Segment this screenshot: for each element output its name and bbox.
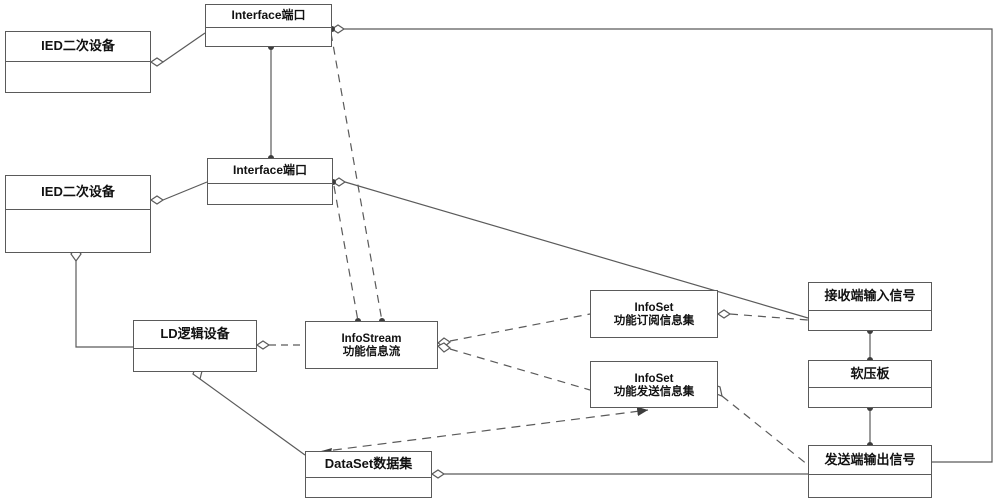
uml-class-infoset_snd[interactable]: InfoSet 功能发送信息集 (590, 361, 718, 408)
uml-class-iface2-title: Interface端口 (208, 159, 332, 184)
edge-interface1-interface2 (268, 44, 274, 161)
uml-class-ied2[interactable]: IED二次设备 (5, 175, 151, 253)
uml-class-ied2-attributes (6, 210, 150, 252)
uml-class-dataset[interactable]: DataSet数据集 (305, 451, 432, 498)
uml-class-ied1-attributes (6, 62, 150, 92)
uml-class-infoset_sub[interactable]: InfoSet 功能订阅信息集 (590, 290, 718, 338)
edge-rx-signal-soft-plate (867, 328, 873, 363)
uml-class-ld-attributes (134, 349, 256, 371)
uml-class-infoset_snd-title: InfoSet 功能发送信息集 (613, 372, 695, 398)
edge-dataset-infoset-snd (317, 406, 649, 457)
edge-infoset-snd-tx-signal (711, 383, 809, 466)
edge-ld-infostream (255, 340, 305, 350)
uml-class-ied1-title: IED二次设备 (6, 32, 150, 62)
uml-class-soft_plate-attributes (809, 388, 931, 407)
uml-class-infostream[interactable]: InfoStream 功能信息流 (305, 321, 438, 369)
uml-class-dataset-title: DataSet数据集 (306, 452, 431, 478)
uml-class-ied1[interactable]: IED二次设备 (5, 31, 151, 93)
uml-diagram-canvas: IED二次设备 Interface端口 IED二次设备 Interface端口 LD逻辑… (0, 0, 1000, 504)
uml-class-rx_signal[interactable]: 接收端输入信号 (808, 282, 932, 331)
edge-dataset-tx-signal (430, 469, 808, 479)
edge-ied2-ld (70, 245, 133, 348)
edge-infoset-sub-rx-signal (716, 309, 809, 321)
edge-interface2-rx-signal (330, 177, 809, 319)
edge-ied2-interface2 (149, 181, 208, 205)
uml-class-ied2-title: IED二次设备 (6, 176, 150, 210)
edge-infostream-infoset-snd (436, 342, 591, 391)
uml-class-iface1[interactable]: Interface端口 (205, 4, 332, 47)
edge-ld-dataset (192, 364, 306, 456)
edge-infostream-infoset-sub (436, 313, 591, 348)
uml-class-infoset_sub-title: InfoSet 功能订阅信息集 (613, 302, 695, 327)
uml-class-tx_signal[interactable]: 发送端输出信号 (808, 445, 932, 498)
uml-class-infostream-title: InfoStream 功能信息流 (341, 333, 402, 358)
uml-class-tx_signal-title: 发送端输出信号 (809, 446, 931, 475)
uml-class-iface1-title: Interface端口 (206, 5, 331, 28)
uml-class-dataset-attributes (306, 478, 431, 497)
edge-soft-plate-tx-signal (867, 405, 873, 448)
edge-interface2-infostream (333, 185, 361, 324)
edge-ied1-interface1 (149, 32, 206, 67)
uml-class-soft_plate-title: 软压板 (809, 361, 931, 388)
uml-class-ld[interactable]: LD逻辑设备 (133, 320, 257, 372)
uml-class-iface1-attributes (206, 28, 331, 46)
uml-class-soft_plate[interactable]: 软压板 (808, 360, 932, 408)
uml-class-rx_signal-title: 接收端输入信号 (809, 283, 931, 311)
uml-class-rx_signal-attributes (809, 311, 931, 330)
uml-class-tx_signal-attributes (809, 475, 931, 497)
uml-class-iface2-attributes (208, 184, 332, 204)
uml-class-ld-title: LD逻辑设备 (134, 321, 256, 349)
uml-class-iface2[interactable]: Interface端口 (207, 158, 333, 205)
